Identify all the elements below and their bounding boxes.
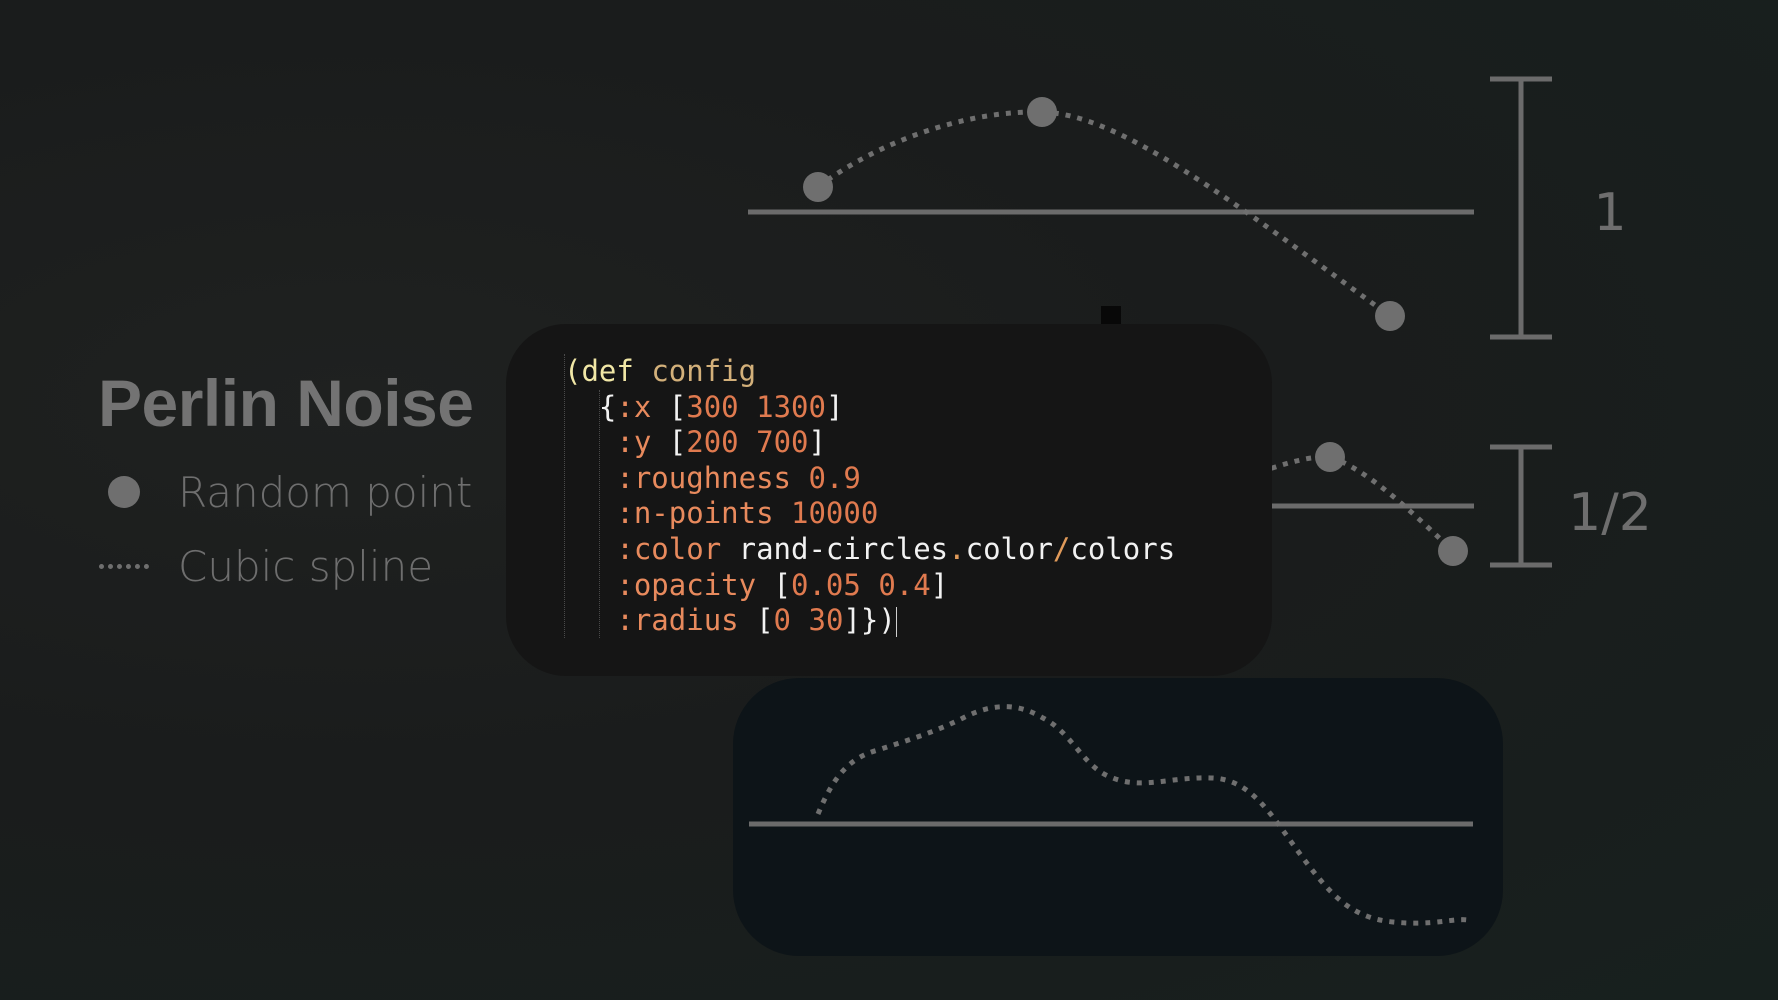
code-token: :opacity	[616, 567, 757, 602]
code-token: 1300	[756, 389, 826, 424]
code-token: [	[773, 567, 792, 602]
code-token: :radius	[616, 603, 739, 638]
noise-result-panel	[733, 678, 1503, 956]
code-line-2: {:x [300 1300]	[564, 390, 1272, 426]
legend-label: Random point	[178, 467, 473, 517]
octave-2-point-2	[1438, 536, 1468, 566]
code-line-8: :radius [0 30]})	[564, 603, 1272, 639]
code-token: 0.4	[878, 567, 931, 602]
legend-label: Cubic spline	[178, 541, 434, 591]
noise-plot	[749, 704, 1473, 926]
code-token: [	[756, 603, 774, 638]
code-token: 0.9	[808, 460, 861, 495]
code-line-1: (def config	[564, 354, 1272, 390]
code-line-7: :opacity [0.05 0.4]	[564, 568, 1272, 604]
text-caret	[895, 607, 897, 638]
code-token: 300	[686, 389, 739, 424]
code-token: [	[668, 425, 687, 460]
code-token: :color	[616, 531, 722, 566]
octave-1-group: 1	[748, 76, 1627, 340]
code-token: 0.05	[791, 567, 861, 602]
code-token: colors	[1070, 531, 1176, 566]
code-token: ]})	[843, 603, 896, 638]
octave-2-group: 1/2	[1250, 442, 1652, 568]
code-token: def	[581, 354, 634, 388]
legend-item-random-point: Random point	[98, 455, 473, 529]
code-token: 30	[808, 603, 844, 638]
code-line-5: :n-points 10000	[564, 496, 1272, 532]
code-token: 0	[773, 603, 792, 638]
legend-title: Perlin Noise	[98, 366, 474, 440]
code-token: (	[564, 354, 582, 388]
code-line-4: :roughness 0.9	[564, 461, 1272, 497]
octave-1-point-2	[1027, 97, 1057, 127]
octave-1-point-3	[1375, 301, 1405, 331]
code-token: config	[651, 354, 757, 388]
dot-icon	[108, 476, 140, 508]
code-token: :roughness	[616, 460, 791, 495]
code-token: :y	[616, 425, 652, 460]
code-token: rand-circles	[738, 531, 949, 566]
octave-2-point-1	[1315, 442, 1345, 472]
code-token: 10000	[791, 496, 879, 531]
code-token: {	[598, 389, 617, 424]
code-token: ]	[930, 567, 949, 602]
code-panel: (def config {:x [300 1300] :y [200 700] …	[506, 324, 1272, 676]
noise-spline	[815, 704, 1469, 926]
code-token: 200	[686, 425, 739, 460]
legend-item-cubic-spline: Cubic spline	[98, 529, 473, 603]
dotted-line-icon	[99, 563, 149, 569]
scale-bar-1	[1490, 76, 1552, 340]
octave-1-point-1	[803, 172, 833, 202]
scale-label-1: 1	[1593, 183, 1626, 243]
scale-label-half: 1/2	[1568, 483, 1652, 543]
code-token: color	[965, 531, 1053, 566]
code-token: :n-points	[616, 496, 774, 531]
code-token: .	[948, 531, 966, 566]
code-token: ]	[825, 389, 844, 424]
code-token: :x	[616, 389, 652, 424]
code-token: ]	[808, 425, 826, 460]
marker-square	[1101, 306, 1121, 324]
code-line-6: :color rand-circles.color/colors	[564, 532, 1272, 568]
code-token: /	[1052, 531, 1071, 566]
code-line-3: :y [200 700]	[564, 425, 1272, 461]
code-token: [	[668, 389, 687, 424]
legend: Perlin Noise Random point Cubic spline	[98, 365, 474, 603]
scale-bar-half	[1490, 444, 1552, 568]
code-token: 700	[756, 425, 809, 460]
